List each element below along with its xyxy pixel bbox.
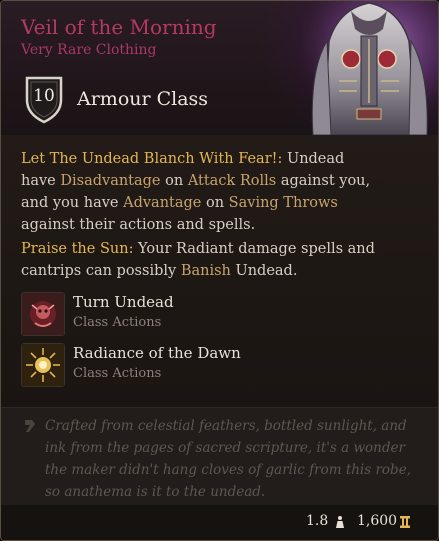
passive-title: Praise the Sun:	[21, 241, 134, 257]
item-price: 1,600	[357, 513, 398, 529]
keyword-advantage[interactable]: Advantage	[123, 195, 201, 211]
armour-class-value: 10	[33, 86, 55, 106]
weight-icon	[335, 514, 345, 528]
tooltip-header: Veil of the Morning Very Rare Clothing 1…	[1, 1, 438, 136]
item-rarity: Very Rare Clothing	[21, 42, 157, 58]
item-name: Veil of the Morning	[21, 15, 217, 39]
shield-icon: 10	[23, 74, 65, 124]
quote-icon	[23, 418, 37, 434]
keyword-disadvantage[interactable]: Disadvantage	[60, 173, 160, 189]
passive-title: Let The Undead Blanch With Fear!:	[21, 151, 283, 167]
keyword-attack-rolls[interactable]: Attack Rolls	[188, 173, 276, 189]
item-tooltip: Veil of the Morning Very Rare Clothing 1…	[0, 0, 439, 541]
passive-praise-the-sun: Praise the Sun: Your Radiant damage spel…	[21, 241, 375, 279]
action-category: Class Actions	[73, 315, 162, 330]
gold-coin-icon	[399, 514, 411, 528]
item-weight: 1.8	[306, 513, 329, 529]
action-name: Turn Undead	[73, 293, 174, 311]
action-name: Radiance of the Dawn	[73, 344, 241, 362]
radiance-icon	[21, 343, 65, 387]
armour-class-label: Armour Class	[77, 88, 209, 110]
turn-undead-icon	[21, 292, 65, 336]
passive-undead-fear: Let The Undead Blanch With Fear!: Undead…	[21, 151, 371, 233]
tooltip-body: Let The Undead Blanch With Fear!: Undead…	[1, 135, 438, 407]
flavor-section: Crafted from celestial feathers, bottled…	[1, 407, 438, 506]
keyword-saving-throws[interactable]: Saving Throws	[229, 195, 338, 211]
item-portrait	[299, 1, 438, 136]
action-turn-undead[interactable]: Turn Undead Class Actions	[21, 291, 421, 336]
armour-class-row: 10 Armour Class	[23, 74, 208, 124]
tooltip-footer: 1.8 1,600	[1, 505, 438, 540]
action-category: Class Actions	[73, 366, 162, 381]
flavor-text: Crafted from celestial feathers, bottled…	[45, 418, 411, 500]
keyword-banish[interactable]: Banish	[181, 263, 231, 279]
action-radiance-of-the-dawn[interactable]: Radiance of the Dawn Class Actions	[21, 342, 421, 387]
